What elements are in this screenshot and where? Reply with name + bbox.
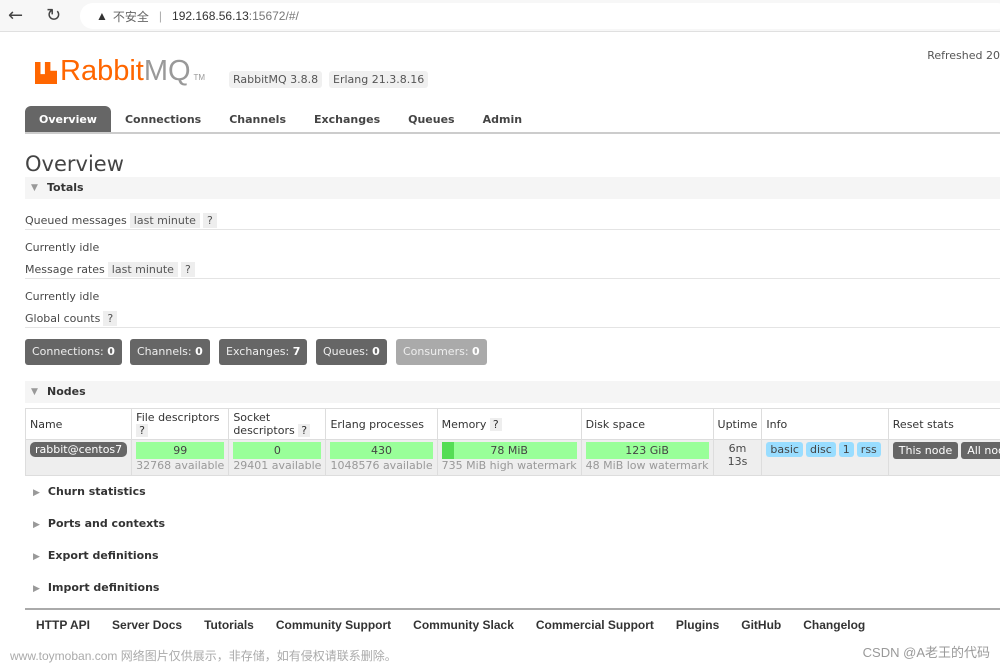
refreshed-text: Refreshed 20 [927,49,1000,62]
caret-down-icon: ▼ [31,177,38,199]
footer-link-server-docs[interactable]: Server Docs [112,618,182,632]
help-button[interactable]: ? [136,424,148,437]
csdn-watermark: CSDN @A老王的代码 [863,642,990,661]
memory-bar: 78 MiB [442,442,577,459]
version-badge: RabbitMQ 3.8.8 [229,71,322,88]
message-rates-row: Message rates last minute ? [25,261,1000,279]
footer-link-commercial-support[interactable]: Commercial Support [536,618,654,632]
fd-bar: 99 [136,442,224,459]
table-header-row: Name File descriptors ? Socket descripto… [26,409,1000,440]
footer-link-github[interactable]: GitHub [741,618,781,632]
info-badge: rss [857,442,881,457]
tab-overview[interactable]: Overview [25,106,111,132]
node-name-link[interactable]: rabbit@centos7 [30,442,127,457]
footer-link-tutorials[interactable]: Tutorials [204,618,254,632]
export-definitions-toggle[interactable]: ▶Export definitions [33,549,159,562]
queued-messages-row: Queued messages last minute ? [25,212,1000,230]
info-badge: basic [766,442,803,457]
main-tabs: Overview Connections Channels Exchanges … [25,106,1000,134]
disk-bar: 123 GiB [586,442,709,459]
nodes-table: Name File descriptors ? Socket descripto… [25,408,1000,476]
tab-exchanges[interactable]: Exchanges [300,106,394,132]
connections-count[interactable]: Connections: 0 [25,339,122,365]
page-title: Overview [25,152,124,176]
help-button[interactable]: ? [490,418,502,431]
info-badge: 1 [839,442,854,457]
totals-section-header[interactable]: ▼Totals [25,177,1000,199]
rabbitmq-logo[interactable]: RabbitMQTM [35,55,205,88]
footer-link-plugins[interactable]: Plugins [676,618,719,632]
range-selector[interactable]: last minute [108,262,178,277]
global-counts-row: Global counts ? [25,310,1000,328]
tab-admin[interactable]: Admin [469,106,536,132]
caret-down-icon: ▼ [31,381,38,403]
footer-links: HTTP API Server Docs Tutorials Community… [25,608,1000,632]
queued-status: Currently idle [25,241,99,254]
table-row: rabbit@centos7 9932768 available 029401 … [26,440,1000,476]
info-badge: disc [806,442,836,457]
caret-right-icon: ▶ [33,488,40,498]
range-selector[interactable]: last minute [130,213,200,228]
help-button[interactable]: ? [203,213,217,228]
footer-link-http-api[interactable]: HTTP API [36,618,90,632]
browser-toolbar: ← ↻ ▲ 不安全 | 192.168.56.13:15672/#/ [0,0,1000,32]
erlang-badge: Erlang 21.3.8.16 [329,71,428,88]
churn-statistics-toggle[interactable]: ▶Churn statistics [33,485,146,498]
tab-channels[interactable]: Channels [215,106,300,132]
footer-link-community-slack[interactable]: Community Slack [413,618,514,632]
ports-contexts-toggle[interactable]: ▶Ports and contexts [33,517,165,530]
warning-icon: ▲ [96,9,108,23]
address-bar[interactable]: ▲ 不安全 | 192.168.56.13:15672/#/ [80,3,1000,29]
footer-link-community-support[interactable]: Community Support [276,618,391,632]
caret-right-icon: ▶ [33,552,40,562]
footer-link-changelog[interactable]: Changelog [803,618,865,632]
watermark-text: www.toymoban.com 网络图片仅供展示，非存储，如有侵权请联系删除。 [10,647,397,664]
rates-status: Currently idle [25,290,99,303]
reset-all-nodes-button[interactable]: All nodes [961,442,1000,459]
exchanges-count[interactable]: Exchanges: 7 [219,339,307,365]
reset-this-node-button[interactable]: This node [893,442,958,459]
sd-bar: 0 [233,442,321,459]
import-definitions-toggle[interactable]: ▶Import definitions [33,581,159,594]
help-button[interactable]: ? [298,424,310,437]
tab-connections[interactable]: Connections [111,106,215,132]
reload-icon[interactable]: ↻ [46,5,61,26]
help-button[interactable]: ? [103,311,117,326]
logo-icon [35,62,57,84]
help-button[interactable]: ? [181,262,195,277]
erlang-processes-bar: 430 [330,442,432,459]
caret-right-icon: ▶ [33,584,40,594]
queues-count[interactable]: Queues: 0 [316,339,387,365]
back-icon[interactable]: ← [8,5,23,26]
tab-queues[interactable]: Queues [394,106,468,132]
nodes-section-header[interactable]: ▼Nodes [25,381,1000,403]
consumers-count[interactable]: Consumers: 0 [396,339,487,365]
caret-right-icon: ▶ [33,520,40,530]
channels-count[interactable]: Channels: 0 [130,339,210,365]
divider: | [159,9,162,23]
